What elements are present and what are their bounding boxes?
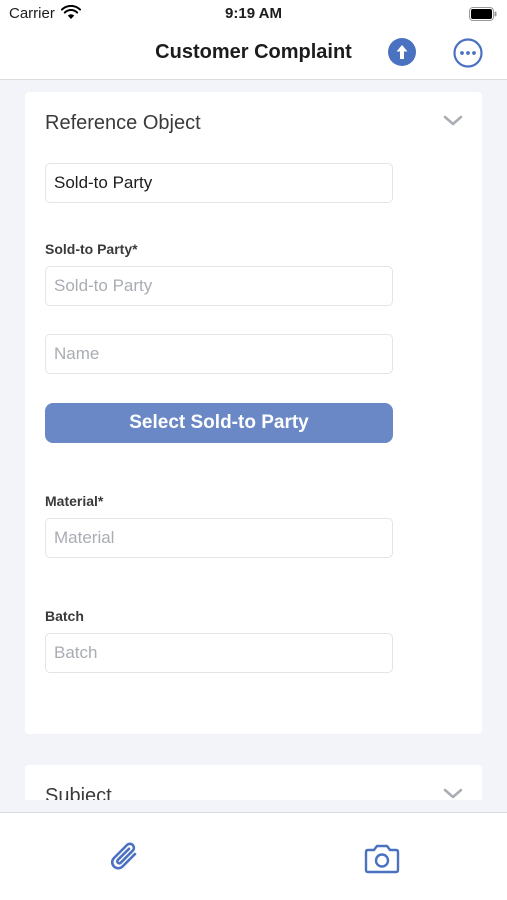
- material-label: Material*: [45, 493, 104, 509]
- camera-icon: [364, 844, 400, 874]
- status-bar: Carrier 9:19 AM: [0, 0, 507, 30]
- page-title: Customer Complaint: [155, 41, 352, 63]
- batch-input[interactable]: Batch: [45, 633, 393, 673]
- navigation-bar: Customer Complaint: [0, 30, 507, 80]
- form-content[interactable]: Reference Object Sold-to Party Sold-to P…: [0, 81, 507, 800]
- reference-object-title: Reference Object: [45, 112, 201, 134]
- reference-object-type-field[interactable]: Sold-to Party: [45, 163, 393, 203]
- clock: 9:19 AM: [225, 5, 282, 22]
- upload-button[interactable]: [388, 38, 416, 66]
- ellipsis-circle-icon: [453, 38, 483, 68]
- bottom-toolbar: [0, 812, 507, 900]
- paperclip-icon: [111, 842, 137, 870]
- camera-button[interactable]: [363, 843, 401, 875]
- subject-card: Subject: [25, 765, 482, 800]
- arrow-up-circle-icon: [388, 38, 416, 66]
- batch-label: Batch: [45, 608, 84, 624]
- name-input[interactable]: Name: [45, 334, 393, 374]
- battery-icon: [469, 7, 497, 26]
- more-options-button[interactable]: [453, 38, 483, 68]
- sold-to-party-input[interactable]: Sold-to Party: [45, 266, 393, 306]
- chevron-down-icon[interactable]: [443, 114, 463, 128]
- select-sold-to-party-button[interactable]: Select Sold-to Party: [45, 403, 393, 443]
- sold-to-party-label: Sold-to Party*: [45, 241, 138, 257]
- attach-button[interactable]: [108, 839, 144, 877]
- subject-title: Subject: [45, 785, 112, 800]
- material-input[interactable]: Material: [45, 518, 393, 558]
- reference-object-card: Reference Object Sold-to Party Sold-to P…: [25, 92, 482, 734]
- chevron-down-icon[interactable]: [443, 787, 463, 800]
